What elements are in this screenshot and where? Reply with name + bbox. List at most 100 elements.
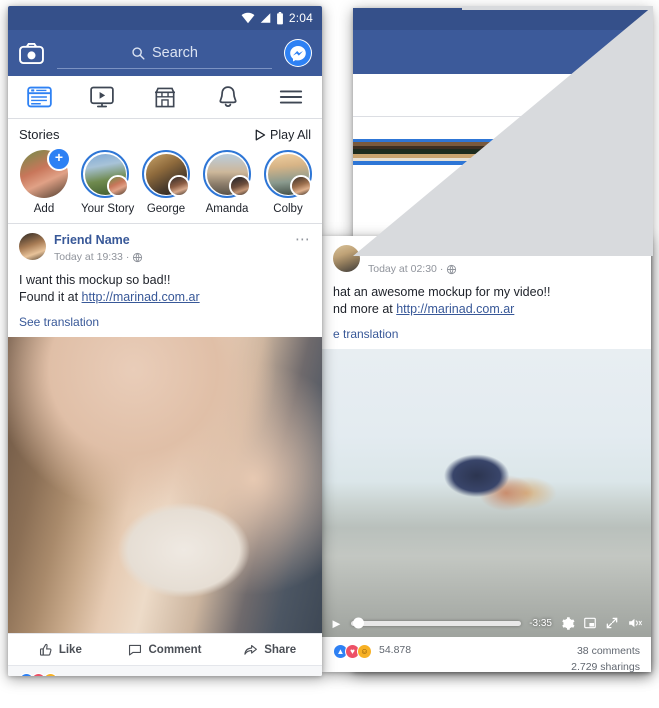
- story-label: Colby: [273, 203, 303, 215]
- post-2-timestamp: Today at 02:30: [368, 262, 437, 275]
- wow-reaction-icon: ☺: [43, 673, 58, 676]
- post-2-text-line1: hat an awesome mockup for my video!!: [333, 284, 551, 299]
- avatar[interactable]: [333, 245, 360, 272]
- post-2-reactions[interactable]: ▲ ♥ ☺ 54.878: [333, 644, 571, 672]
- play-icon[interactable]: ►: [330, 616, 343, 631]
- video-controls[interactable]: ► -3:35: [322, 609, 651, 637]
- post-2-stats: ▲ ♥ ☺ 54.878 38 comments 2.729 sharings …: [322, 637, 651, 672]
- stories-section: Stories Play All + Add Your Story George…: [8, 119, 322, 224]
- sidebar-item-notifications[interactable]: [196, 76, 259, 118]
- search-icon: [132, 46, 145, 60]
- post-1-text-prefix: Found it at: [19, 290, 82, 304]
- wow-reaction-icon: ☺: [357, 644, 372, 660]
- play-all-button[interactable]: Play All: [255, 128, 311, 142]
- post-1-reaction-count: 1.035: [66, 675, 92, 676]
- news-feed-icon: [27, 86, 52, 108]
- sidebar-item-news-feed[interactable]: [8, 76, 71, 118]
- story-item-your-story[interactable]: Your Story: [81, 150, 135, 215]
- statusbar-2: [353, 8, 651, 30]
- hamburger-menu-icon: [279, 90, 302, 104]
- status-bar-time: 2:04: [288, 11, 313, 25]
- stories-title: Stories: [19, 127, 60, 142]
- comment-button[interactable]: Comment: [113, 643, 218, 657]
- story-author-avatar: [229, 175, 251, 197]
- post-1-photo: [8, 337, 322, 634]
- thumbs-up-icon: [39, 643, 52, 656]
- post-1-timestamp: Today at 19:33: [54, 250, 123, 263]
- post-2-counts: 38 comments 2.729 sharings 100.543 views: [571, 644, 640, 672]
- story-label: Add: [33, 203, 55, 215]
- post-2-comments-count[interactable]: 38 comments: [571, 644, 640, 660]
- like-label: Like: [58, 643, 82, 656]
- signal-icon: [260, 13, 271, 23]
- story-item-colby[interactable]: Colby: [264, 150, 312, 215]
- marketplace-store-icon: [155, 87, 175, 107]
- reaction-bubbles: ▲ ♥ ☺: [333, 644, 372, 660]
- sidebar-item-watch[interactable]: [71, 76, 134, 118]
- post-1-text-line2: Found it at http://marinad.com.ar: [19, 289, 311, 306]
- video-progress-knob[interactable]: [352, 617, 364, 629]
- watch-video-icon: [90, 86, 114, 107]
- sidebar-item-marketplace[interactable]: [134, 76, 197, 118]
- post-2-video[interactable]: ► -3:35: [322, 349, 651, 638]
- story-author-avatar: [107, 175, 129, 197]
- post-2-see-translation[interactable]: e translation: [322, 325, 651, 349]
- story-label: George: [146, 203, 186, 215]
- battery-icon: [276, 11, 283, 24]
- messenger-icon[interactable]: [284, 39, 312, 67]
- wifi-icon: [241, 12, 255, 24]
- search-input[interactable]: Search: [57, 38, 272, 69]
- share-button[interactable]: Share: [217, 643, 322, 657]
- globe-icon: [447, 264, 457, 274]
- paper-fold-overlay-top: [462, 6, 653, 10]
- picture-in-picture-icon[interactable]: [583, 616, 597, 630]
- post-1-meta: Today at 19:33 ·: [54, 251, 287, 264]
- post-2-meta: Today at 02:30 ·: [368, 263, 616, 276]
- fullscreen-expand-icon[interactable]: [605, 616, 619, 630]
- story-author-avatar: [168, 175, 190, 197]
- bell-icon: [219, 86, 237, 107]
- reaction-bubbles: ▲ ♥ ☺: [19, 673, 58, 676]
- story-item-george[interactable]: George: [142, 150, 190, 215]
- comment-label: Comment: [148, 643, 202, 656]
- story-label: Amanda: [205, 203, 249, 215]
- post-1-body: I want this mockup so bad!! Found it at …: [8, 268, 322, 314]
- settings-gear-icon[interactable]: [560, 616, 575, 631]
- privacy-separator: ·: [439, 262, 444, 275]
- stories-strip[interactable]: + Add Your Story George Amanda Colby: [8, 146, 322, 223]
- volume-mute-icon[interactable]: [627, 616, 643, 630]
- play-triangle-icon: [255, 129, 266, 140]
- post-1-image[interactable]: [8, 337, 322, 634]
- phone-screen-2: Friend Name Today at 02:30 · ⋯ hat an aw…: [322, 236, 651, 672]
- post-1-reactions[interactable]: ▲ ♥ ☺ 1.035: [8, 666, 322, 676]
- post-2-body: hat an awesome mockup for my video!! nd …: [322, 280, 651, 326]
- video-progress-bar[interactable]: [350, 617, 522, 629]
- post-1-see-translation[interactable]: See translation: [8, 313, 322, 337]
- comment-bubble-icon: [129, 644, 142, 656]
- post-2-text-prefix: nd more at: [333, 302, 397, 316]
- story-item-amanda[interactable]: Amanda: [203, 150, 251, 215]
- video-remaining-time: -3:35: [529, 617, 552, 629]
- post-1-author[interactable]: Friend Name: [54, 233, 287, 249]
- sidebar-item-menu[interactable]: [259, 76, 322, 118]
- privacy-separator: ·: [125, 250, 130, 263]
- like-button[interactable]: Like: [8, 643, 113, 657]
- camera-icon[interactable]: [18, 40, 45, 67]
- search-placeholder: Search: [152, 44, 198, 61]
- post-2-text-line2: nd more at http://marinad.com.ar: [333, 301, 640, 318]
- post-1-actions[interactable]: Like Comment Share: [8, 633, 322, 667]
- story-label: Your Story: [81, 203, 135, 215]
- post-2-link[interactable]: http://marinad.com.ar: [396, 302, 514, 316]
- story-author-avatar: [290, 175, 312, 197]
- share-arrow-icon: [244, 644, 258, 655]
- story-item-add[interactable]: + Add: [20, 147, 71, 215]
- post-2-sharings-count[interactable]: 2.729 sharings: [571, 660, 640, 672]
- add-story-plus-icon[interactable]: +: [47, 147, 71, 171]
- post-1-link[interactable]: http://marinad.com.ar: [82, 290, 200, 304]
- nav-tabs[interactable]: [8, 76, 322, 119]
- status-bar: 2:04: [8, 6, 322, 30]
- avatar[interactable]: [19, 233, 46, 260]
- post-1-more-options[interactable]: ⋯: [295, 232, 311, 247]
- globe-icon: [133, 252, 143, 262]
- stories-header: Stories Play All: [8, 127, 322, 146]
